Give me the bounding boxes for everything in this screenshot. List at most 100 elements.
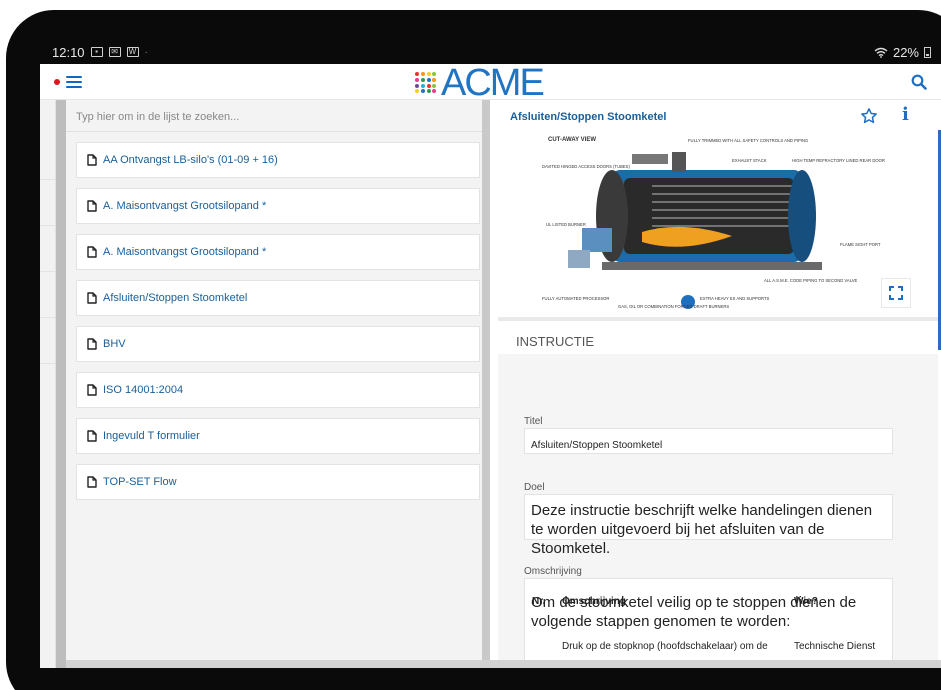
- steps-table: Nr. Omschrijving Wie? Druk op de stopkno…: [532, 596, 892, 652]
- document-list: AA Ontvangst LB-silo's (01-09 + 16) A. Ma…: [76, 142, 480, 510]
- row-omschrijving: Druk op de stopknop (hoofdschakelaar) om…: [562, 641, 768, 652]
- document-icon: [87, 384, 97, 396]
- detail-panel: Afsluiten/Stoppen Stoomketel i CUT-AWAY …: [498, 100, 941, 668]
- recording-indicator: [54, 78, 60, 85]
- document-icon: [87, 154, 97, 166]
- titel-label: Titel: [524, 416, 543, 427]
- list-item-label: A. Maisontvangst Grootsilopand *: [103, 200, 267, 212]
- word-icon: W: [126, 47, 139, 57]
- burner-unit: [582, 228, 612, 252]
- search-icon: [911, 74, 927, 90]
- rail-segment: [40, 278, 56, 318]
- callout: FLAME SIGHT PORT: [840, 242, 881, 247]
- callout: HIGH TEMP REFRACTORY LINED REAR DOOR: [792, 158, 885, 163]
- callout: EXTRA HEAVY ES AND SUPPORTS: [700, 296, 770, 301]
- header-nr: Nr.: [532, 596, 546, 607]
- list-item[interactable]: A. Maisontvangst Grootsilopand *: [76, 188, 480, 224]
- list-item-label: Afsluiten/Stoppen Stoomketel: [103, 292, 248, 304]
- list-search-input[interactable]: [66, 102, 482, 132]
- document-icon: [87, 430, 97, 442]
- header-wie: Wie?: [794, 596, 818, 607]
- menu-icon-bar: [66, 85, 82, 88]
- processor-unit: [568, 250, 590, 268]
- hamburger-menu-button[interactable]: [66, 75, 82, 88]
- doel-field[interactable]: Deze instructie beschrijft welke handeli…: [524, 494, 893, 557]
- list-item-label: Ingevuld T formulier: [103, 430, 200, 442]
- status-left: 12:10 ▪ ✉ W ·: [52, 45, 148, 60]
- image-icon: ▪: [90, 47, 103, 57]
- callout: ALL A.S.M.E. CODE PIPING TO SECOND VALVE: [764, 278, 858, 283]
- left-rail: [40, 100, 56, 668]
- header-omschrijving: Omschrijving: [562, 596, 626, 607]
- status-time: 12:10: [52, 44, 85, 60]
- fullscreen-icon: [889, 286, 903, 300]
- rail-segment: [40, 140, 56, 180]
- row-wie: Technische Dienst: [794, 641, 876, 652]
- acme-logo: ACME: [415, 62, 545, 104]
- info-icon: i: [902, 104, 909, 125]
- document-icon: [87, 246, 97, 258]
- titel-field[interactable]: Afsluiten/Stoppen Stoomketel: [524, 428, 893, 454]
- list-item-label: AA Ontvangst LB-silo's (01-09 + 16): [103, 154, 278, 166]
- document-icon: [87, 338, 97, 350]
- list-item[interactable]: ISO 14001:2004: [76, 372, 480, 408]
- document-icon: [87, 476, 97, 488]
- detail-divider: [498, 317, 938, 321]
- exhaust-stack: [672, 152, 686, 172]
- status-right: 22%: [874, 45, 931, 60]
- omschrijving-label: Omschrijving: [524, 566, 582, 577]
- callout: FULLY TRIMMED WITH ALL SAFETY CONTROLS A…: [688, 138, 808, 143]
- titel-value: Afsluiten/Stoppen Stoomketel: [531, 440, 663, 451]
- list-item[interactable]: TOP-SET Flow: [76, 464, 480, 500]
- boiler-illustration: CUT-AWAY VIEW FULLY TRIMMED WITH ALL SAF…: [542, 137, 885, 309]
- logo-text: ACME: [441, 62, 545, 104]
- logo-mark-icon: [415, 72, 437, 94]
- list-item[interactable]: A. Maisontvangst Grootsilopand *: [76, 234, 480, 270]
- table-row: Druk op de stopknop (hoofdschakelaar) om…: [532, 641, 892, 652]
- row-nr: [532, 641, 562, 652]
- list-item[interactable]: Ingevuld T formulier: [76, 418, 480, 454]
- document-list-panel: AA Ontvangst LB-silo's (01-09 + 16) A. Ma…: [66, 100, 490, 668]
- list-item-label: TOP-SET Flow: [103, 476, 177, 488]
- search-button[interactable]: [911, 74, 927, 90]
- steps-table-header: Nr. Omschrijving Wie?: [532, 596, 892, 607]
- list-item[interactable]: Afsluiten/Stoppen Stoomketel: [76, 280, 480, 316]
- battery-icon: [924, 46, 931, 58]
- rail-segment: [40, 232, 56, 272]
- list-item[interactable]: AA Ontvangst LB-silo's (01-09 + 16): [76, 142, 480, 178]
- callout: FULLY AUTOMATED PROCESSOR: [542, 296, 609, 301]
- controls-piping: [632, 154, 668, 164]
- list-item-label: ISO 14001:2004: [103, 384, 184, 396]
- rail-segment: [40, 186, 56, 226]
- doel-label: Doel: [524, 482, 545, 493]
- figure-heading: CUT-AWAY VIEW: [548, 137, 596, 143]
- rear-door: [788, 170, 816, 262]
- list-item[interactable]: BHV: [76, 326, 480, 362]
- rail-gutter: [56, 100, 66, 668]
- more-notifications-icon: ·: [144, 46, 148, 58]
- status-bar: 12:10 ▪ ✉ W · 22%: [40, 40, 941, 64]
- boiler-cutaway-figure: CUT-AWAY VIEW FULLY TRIMMED WITH ALL SAF…: [502, 132, 920, 318]
- bottom-strip: [66, 660, 941, 668]
- rail-segment: [40, 324, 56, 364]
- callout: UL LISTED BURNER: [546, 222, 586, 227]
- menu-icon: [66, 75, 82, 78]
- detail-title: Afsluiten/Stoppen Stoomketel: [510, 111, 667, 123]
- boiler-base: [602, 262, 822, 270]
- star-icon: [861, 108, 877, 124]
- list-item-label: A. Maisontvangst Grootsilopand *: [103, 246, 267, 258]
- battery-percent: 22%: [892, 44, 919, 60]
- section-heading: INSTRUCTIE: [516, 334, 594, 349]
- wifi-icon: [874, 47, 888, 58]
- callout: GAS, OIL OR COMBINATION FORCED DRAFT BUR…: [618, 304, 729, 309]
- info-button[interactable]: i: [902, 106, 909, 124]
- list-item-label: BHV: [103, 338, 126, 350]
- favorite-button[interactable]: [860, 107, 878, 130]
- app-header: ACME: [40, 62, 941, 104]
- document-icon: [87, 292, 97, 304]
- tablet-screen: 12:10 ▪ ✉ W · 22% ACME Typ hier om in de…: [40, 40, 941, 668]
- callout: EXHAUST STACK: [732, 158, 767, 163]
- callout: DAVITED HINGED ACCESS DOORS (TUBES): [542, 164, 630, 169]
- menu-icon-bar: [66, 80, 82, 83]
- fullscreen-button[interactable]: [881, 278, 911, 308]
